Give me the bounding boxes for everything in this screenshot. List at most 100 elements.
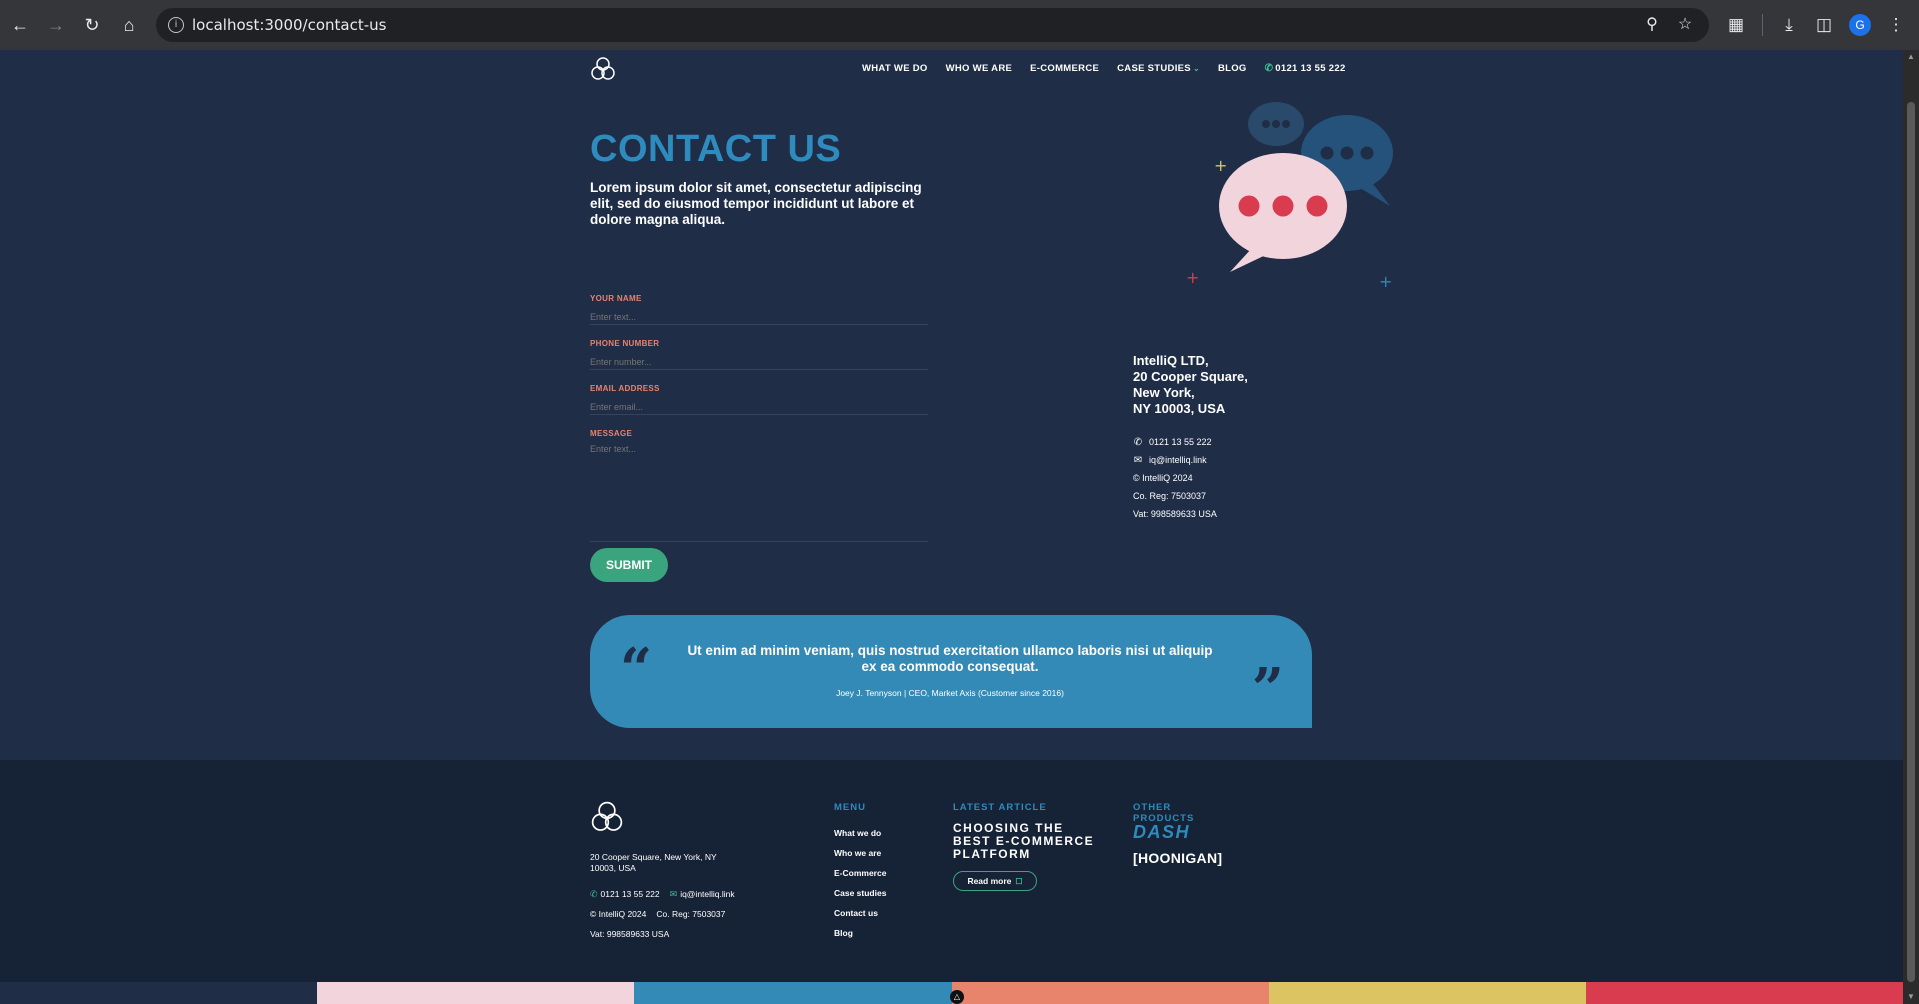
email-field-group: EMAIL ADDRESS	[590, 384, 928, 415]
phone-input[interactable]	[590, 348, 928, 370]
nav-phone-number: 0121 13 55 222	[1275, 63, 1346, 74]
address-bar[interactable]: i localhost:3000/contact-us ⚲ ☆	[156, 8, 1709, 42]
open-quote-icon: “	[620, 636, 653, 702]
footer-menu-what-we-do[interactable]: What we do	[834, 828, 886, 848]
footer-phone-link[interactable]: ✆ 0121 13 55 222	[590, 889, 660, 900]
email-label: EMAIL ADDRESS	[590, 384, 660, 393]
download-icon[interactable]: ⤓	[1777, 13, 1801, 37]
hoonigan-product-logo[interactable]: [HOONIGAN]	[1133, 850, 1222, 866]
chat-bubbles-illustration: + + + +	[1186, 102, 1393, 291]
page-title: CONTACT US	[590, 128, 842, 170]
nav-who-we-are[interactable]: WHO WE ARE	[946, 63, 1013, 74]
page-subtitle: Lorem ipsum dolor sit amet, consectetur …	[590, 180, 922, 227]
stripe-segment-orange	[951, 982, 1269, 1004]
address-phone-row[interactable]: ✆ 0121 13 55 222	[1133, 433, 1333, 451]
scrollbar-thumb[interactable]	[1907, 102, 1915, 982]
top-navigation: WHAT WE DO WHO WE ARE E-COMMERCE CASE ST…	[862, 63, 1346, 74]
site-info-icon[interactable]: i	[168, 17, 184, 33]
footer-menu-e-commerce[interactable]: E-Commerce	[834, 868, 886, 888]
home-icon[interactable]: ⌂	[117, 13, 141, 37]
message-field-group: MESSAGE	[590, 429, 928, 542]
message-textarea[interactable]	[590, 438, 928, 542]
footer-phone: 0121 13 55 222	[600, 889, 660, 899]
footer: 20 Cooper Square, New York, NY 10003, US…	[0, 760, 1903, 992]
company-address: IntelliQ LTD, 20 Cooper Square, New York…	[1133, 353, 1333, 523]
stripe-segment-pink	[317, 982, 635, 1004]
mail-icon: ✉	[669, 889, 678, 899]
phone-icon: ✆	[590, 889, 598, 899]
stripe-segment-blue	[634, 982, 952, 1004]
read-more-button[interactable]: Read more ☐	[953, 871, 1037, 891]
toolbar-divider	[1762, 14, 1763, 36]
side-panel-icon[interactable]: ◫	[1812, 13, 1836, 37]
forward-icon[interactable]: →	[44, 13, 68, 37]
footer-menu-title: MENU	[834, 802, 866, 813]
address-email-row[interactable]: ✉ iq@intelliq.link	[1133, 451, 1333, 469]
footer-co-reg: Co. Reg: 7503037	[656, 909, 726, 919]
nav-case-studies[interactable]: CASE STUDIES ⌄	[1117, 63, 1200, 74]
scroll-down-icon[interactable]: ▼	[1906, 992, 1916, 1002]
footer-vat: Vat: 998589633 USA	[590, 929, 670, 939]
menu-kebab-icon[interactable]: ⋮	[1884, 13, 1908, 37]
url-text[interactable]: localhost:3000/contact-us	[192, 16, 386, 34]
nav-phone-link[interactable]: ✆ 0121 13 55 222	[1265, 63, 1346, 74]
footer-menu-blog[interactable]: Blog	[834, 928, 886, 948]
footer-legal-row: © IntelliQ 2024 Co. Reg: 7503037	[590, 909, 725, 919]
reload-icon[interactable]: ↻	[80, 13, 104, 37]
nav-case-studies-label: CASE STUDIES	[1117, 63, 1191, 74]
extensions-icon[interactable]: ▦	[1724, 13, 1748, 37]
page-scrollbar[interactable]: ▲ ▼	[1903, 50, 1919, 1004]
phone-icon: ✆	[1264, 63, 1274, 74]
footer-email-link[interactable]: ✉ iq@intelliq.link	[670, 889, 735, 900]
phone-field-group: PHONE NUMBER	[590, 339, 928, 370]
dash-product-logo[interactable]: DASH	[1133, 822, 1190, 843]
address-email: iq@intelliq.link	[1149, 455, 1207, 465]
scroll-up-icon[interactable]: ▲	[1906, 52, 1916, 62]
footer-copyright: © IntelliQ 2024	[590, 909, 647, 919]
svg-text:+: +	[1214, 156, 1227, 175]
footer-other-products-title: OTHER PRODUCTS	[1133, 802, 1195, 824]
footer-contact-row: ✆ 0121 13 55 222 ✉ iq@intelliq.link	[590, 889, 735, 900]
stripe-segment-red	[1585, 982, 1903, 1004]
profile-avatar[interactable]: G	[1849, 14, 1871, 36]
close-quote-icon: ”	[1251, 656, 1284, 722]
footer-article-heading[interactable]: CHOOSING THE BEST E-COMMERCE PLATFORM	[953, 822, 1103, 861]
name-input[interactable]	[590, 303, 928, 325]
footer-menu-contact-us[interactable]: Contact us	[834, 908, 886, 928]
stripe-segment-navy	[0, 982, 318, 1004]
footer-menu-who-we-are[interactable]: Who we are	[834, 848, 886, 868]
zoom-icon[interactable]: ⚲	[1642, 15, 1662, 35]
footer-address: 20 Cooper Square, New York, NY 10003, US…	[590, 852, 717, 873]
intelliq-logo-icon[interactable]	[590, 56, 616, 82]
stripe-logo-icon: △	[950, 990, 964, 1004]
testimonial-card: “ Ut enim ad minim veniam, quis nostrud …	[590, 615, 1312, 728]
mail-icon: ✉	[1133, 454, 1143, 466]
address-line-4: NY 10003, USA	[1133, 401, 1226, 416]
bookmark-star-icon[interactable]: ☆	[1675, 15, 1695, 35]
footer-article-title: LATEST ARTICLE	[953, 802, 1047, 813]
address-line-3: New York,	[1133, 385, 1195, 400]
address-co-reg: Co. Reg: 7503037	[1133, 491, 1207, 501]
address-line-1: IntelliQ LTD,	[1133, 353, 1209, 368]
back-icon[interactable]: ←	[8, 13, 32, 37]
submit-button[interactable]: SUBMIT	[590, 548, 668, 582]
nav-blog[interactable]: BLOG	[1218, 63, 1247, 74]
chat-bubble-icon: ☐	[1015, 876, 1023, 886]
browser-toolbar: ← → ↻ ⌂ i localhost:3000/contact-us ⚲ ☆ …	[0, 0, 1919, 50]
footer-menu-case-studies[interactable]: Case studies	[834, 888, 886, 908]
address-lines: IntelliQ LTD, 20 Cooper Square, New York…	[1133, 353, 1333, 417]
stripe-segment-yellow	[1268, 982, 1586, 1004]
nav-what-we-do[interactable]: WHAT WE DO	[862, 63, 928, 74]
message-label: MESSAGE	[590, 429, 633, 438]
page: WHAT WE DO WHO WE ARE E-COMMERCE CASE ST…	[0, 50, 1903, 1004]
email-input[interactable]	[590, 393, 928, 415]
name-label: YOUR NAME	[590, 294, 642, 303]
address-phone: 0121 13 55 222	[1149, 437, 1212, 447]
read-more-label: Read more	[967, 876, 1012, 886]
address-vat: Vat: 998589633 USA	[1133, 509, 1217, 519]
svg-text:+: +	[1379, 272, 1392, 291]
footer-logo-icon[interactable]	[590, 800, 624, 834]
nav-e-commerce[interactable]: E-COMMERCE	[1030, 63, 1099, 74]
phone-label: PHONE NUMBER	[590, 339, 660, 348]
svg-text:+: +	[1186, 268, 1199, 287]
